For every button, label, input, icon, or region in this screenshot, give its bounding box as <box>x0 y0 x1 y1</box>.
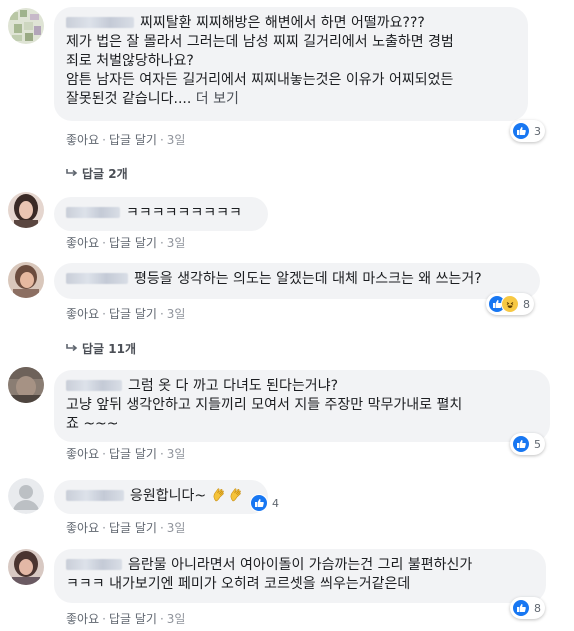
view-replies-link[interactable]: 답글 11개 <box>66 341 136 357</box>
comment-bubble: 음란물 아니라면서 여아이돌이 가슴까는건 그리 불편하신가 ㅋㅋㅋ 내가보기엔… <box>54 549 546 603</box>
reply-link[interactable]: 답글 달기 <box>109 447 157 461</box>
comment-actions: 좋아요 · 답글 달기 · 3일 <box>66 236 186 250</box>
reply-link[interactable]: 답글 달기 <box>109 236 157 250</box>
comment-text-line: 고냥 앞뒤 생각안하고 지들끼리 모여서 지들 주장만 막무가내로 펼치 <box>66 397 463 413</box>
comment-text-line: 잘못된것 같습니다.... <box>66 91 192 107</box>
view-replies-link[interactable]: 답글 2개 <box>66 166 128 182</box>
like-link[interactable]: 좋아요 <box>66 612 99 626</box>
comment-actions: 좋아요 · 답글 달기 · 3일 <box>66 521 186 535</box>
comment-bubble: 평등을 생각하는 의도는 알겠는데 대체 마스크는 왜 쓰는거? <box>54 263 540 299</box>
haha-reaction-icon <box>501 295 519 313</box>
avatar[interactable] <box>8 478 44 514</box>
reaction-summary[interactable]: 8 <box>510 597 545 619</box>
reaction-summary[interactable]: 4 <box>250 492 279 514</box>
clapping-hands-icon <box>229 487 245 503</box>
like-reaction-icon <box>512 122 530 140</box>
reply-link[interactable]: 답글 달기 <box>109 521 157 535</box>
comment-text-line: 암튼 남자든 여자든 길거리에서 찌찌내놓는것은 이유가 어찌되었든 <box>66 72 454 88</box>
comment-time[interactable]: 3일 <box>167 133 186 147</box>
comment-actions: 좋아요 · 답글 달기 · 3일 <box>66 447 186 461</box>
comment-text-line: 죠 ~~~ <box>66 416 119 432</box>
commenter-name[interactable] <box>66 207 120 218</box>
like-link[interactable]: 좋아요 <box>66 133 99 147</box>
avatar[interactable] <box>8 192 44 228</box>
comment-text-line: 음란물 아니라면서 여아이돌이 가슴까는건 그리 불편하신가 <box>128 557 473 573</box>
commenter-name[interactable] <box>66 380 122 391</box>
reaction-summary[interactable]: 5 <box>510 433 545 455</box>
reaction-count: 4 <box>272 496 279 510</box>
like-link[interactable]: 좋아요 <box>66 307 99 321</box>
reaction-count: 8 <box>534 601 541 615</box>
commenter-name[interactable] <box>66 273 128 284</box>
like-reaction-icon <box>512 599 530 617</box>
reply-link[interactable]: 답글 달기 <box>109 612 157 626</box>
see-more-link[interactable]: 더 보기 <box>196 91 239 107</box>
comment-time[interactable]: 3일 <box>167 236 186 250</box>
comment-text-line: 평등을 생각하는 의도는 알겠는데 대체 마스크는 왜 쓰는거? <box>134 271 482 287</box>
comment-time[interactable]: 3일 <box>167 447 186 461</box>
comment-text-line: ㅋㅋㅋㅋㅋㅋㅋㅋㅋ <box>126 205 242 221</box>
comment-text-line: 찌찌탈환 찌찌해방은 해변에서 하면 어떨까요??? <box>140 15 425 31</box>
comment-actions: 좋아요 · 답글 달기 · 3일 <box>66 307 186 321</box>
comment-actions: 좋아요 · 답글 달기 · 3일 <box>66 133 186 147</box>
like-reaction-icon <box>512 435 530 453</box>
avatar[interactable] <box>8 8 44 44</box>
comment-text-line: 제가 법은 잘 몰라서 그러는데 남성 찌찌 길거리에서 노출하면 경범 <box>66 34 454 50</box>
comment-text-line: ㅋㅋㅋ 내가보기엔 페미가 오히려 코르셋을 씌우는거같은데 <box>66 576 411 592</box>
comment-time[interactable]: 3일 <box>167 521 186 535</box>
reply-link[interactable]: 답글 달기 <box>109 133 157 147</box>
comment-time[interactable]: 3일 <box>167 612 186 626</box>
reaction-count: 5 <box>534 437 541 451</box>
comment-text-line: 죄로 처벌않당하나요? <box>66 53 194 69</box>
like-link[interactable]: 좋아요 <box>66 447 99 461</box>
reaction-count: 8 <box>523 297 530 311</box>
commenter-name[interactable] <box>66 490 124 501</box>
reaction-count: 3 <box>534 124 541 138</box>
reaction-summary[interactable]: 8 <box>486 293 534 315</box>
comment-bubble: ㅋㅋㅋㅋㅋㅋㅋㅋㅋ <box>54 197 268 231</box>
like-link[interactable]: 좋아요 <box>66 521 99 535</box>
like-link[interactable]: 좋아요 <box>66 236 99 250</box>
reply-arrow-icon <box>66 166 82 182</box>
reply-arrow-icon <box>66 341 82 357</box>
reaction-summary[interactable]: 3 <box>510 120 545 142</box>
avatar[interactable] <box>8 367 44 403</box>
comment-text-line: 응원합니다~ <box>130 488 207 504</box>
avatar[interactable] <box>8 549 44 585</box>
commenter-name[interactable] <box>66 17 134 28</box>
comment-bubble: 그럼 옷 다 까고 다녀도 된다는거냐? 고냥 앞뒤 생각안하고 지들끼리 모여… <box>54 370 550 442</box>
avatar[interactable] <box>8 262 44 298</box>
reply-link[interactable]: 답글 달기 <box>109 307 157 321</box>
clapping-hands-icon <box>212 487 228 503</box>
comment-actions: 좋아요 · 답글 달기 · 3일 <box>66 612 186 626</box>
comment-text-line: 그럼 옷 다 까고 다녀도 된다는거냐? <box>128 378 339 394</box>
comment-bubble: 찌찌탈환 찌찌해방은 해변에서 하면 어떨까요??? 제가 법은 잘 몰라서 그… <box>54 7 528 121</box>
commenter-name[interactable] <box>66 559 122 570</box>
comment-time[interactable]: 3일 <box>167 307 186 321</box>
like-reaction-icon <box>250 494 268 512</box>
comment-bubble: 응원합니다~ <box>54 480 268 514</box>
